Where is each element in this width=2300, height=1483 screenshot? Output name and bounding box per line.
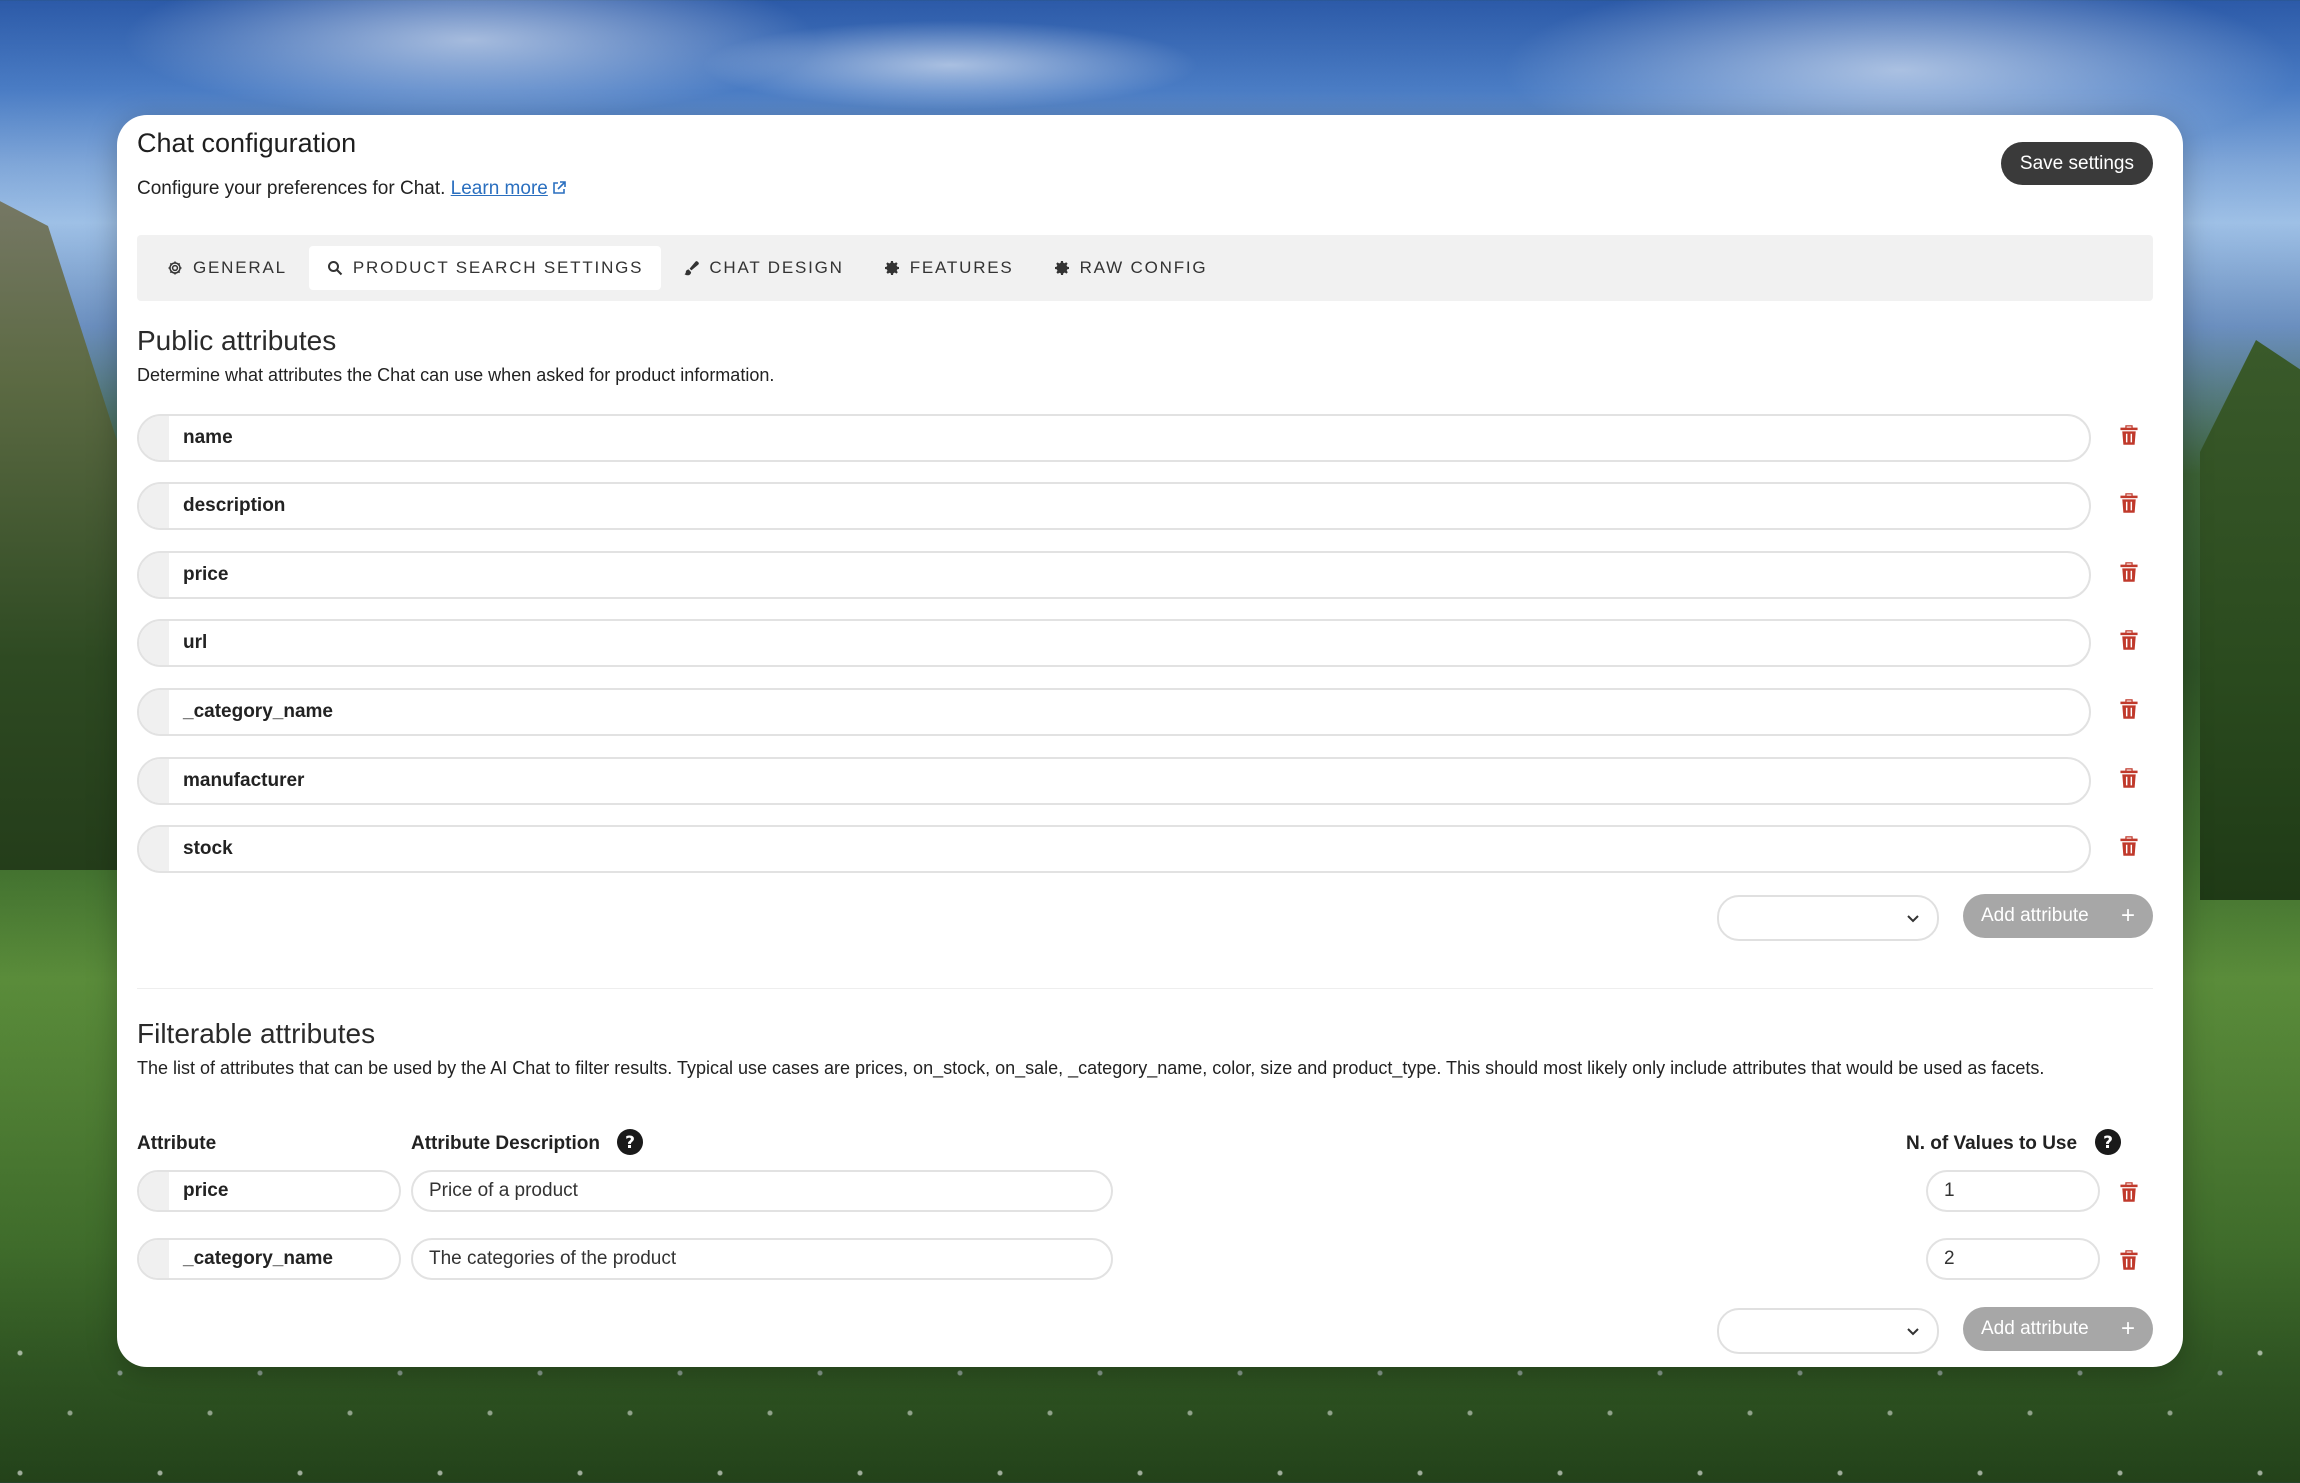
drag-handle[interactable] bbox=[139, 484, 169, 528]
add-attribute-label: Add attribute bbox=[1981, 1318, 2089, 1339]
attribute-field[interactable]: name bbox=[137, 414, 2091, 462]
tab-label: PRODUCT SEARCH SETTINGS bbox=[352, 258, 644, 277]
drag-handle[interactable] bbox=[139, 1172, 169, 1210]
page-subtitle: Configure your preferences for Chat. Lea… bbox=[137, 178, 567, 200]
tab-label: FEATURES bbox=[909, 258, 1014, 277]
attribute-value: stock bbox=[183, 838, 233, 859]
public-attribute-row: name bbox=[137, 414, 2153, 462]
config-panel: Chat configuration Configure your prefer… bbox=[117, 115, 2183, 1367]
filter-values-input[interactable]: 2 bbox=[1926, 1238, 2100, 1280]
page-title: Chat configuration bbox=[137, 128, 357, 158]
gear-icon bbox=[168, 261, 182, 275]
attribute-value: description bbox=[183, 495, 286, 516]
filterable-attributes-description: The list of attributes that can be used … bbox=[137, 1058, 2045, 1078]
column-header-values: N. of Values to Use bbox=[1906, 1133, 2078, 1154]
column-header-attribute: Attribute bbox=[137, 1133, 217, 1154]
public-attribute-row: stock bbox=[137, 825, 2153, 873]
trash-icon[interactable] bbox=[2119, 1181, 2139, 1203]
filterable-attributes-title: Filterable attributes bbox=[137, 1018, 376, 1049]
public-attribute-row: price bbox=[137, 551, 2153, 599]
section-divider bbox=[137, 988, 2153, 989]
filterable-attribute-select[interactable] bbox=[1717, 1308, 1939, 1354]
trash-icon[interactable] bbox=[2119, 767, 2139, 789]
filter-attribute-value: price bbox=[183, 1180, 229, 1201]
attribute-field[interactable]: manufacturer bbox=[137, 757, 2091, 805]
chevron-down-icon bbox=[1907, 1328, 1919, 1336]
add-attribute-label: Add attribute bbox=[1981, 905, 2089, 926]
drag-handle[interactable] bbox=[139, 553, 169, 597]
subtitle-text: Configure your preferences for Chat. bbox=[137, 178, 446, 199]
filter-description-input[interactable]: Price of a product bbox=[411, 1170, 1113, 1212]
public-attribute-select[interactable] bbox=[1717, 895, 1939, 941]
column-header-description: Attribute Description bbox=[411, 1133, 600, 1154]
drag-handle[interactable] bbox=[139, 827, 169, 871]
help-icon[interactable]: ? bbox=[2094, 1128, 2122, 1156]
attribute-field[interactable]: stock bbox=[137, 825, 2091, 873]
attribute-field[interactable]: _category_name bbox=[137, 688, 2091, 736]
tab-product-search-settings[interactable]: PRODUCT SEARCH SETTINGS bbox=[308, 246, 662, 290]
trash-icon[interactable] bbox=[2119, 492, 2139, 514]
background-hill bbox=[2200, 340, 2300, 900]
filter-attribute-value: _category_name bbox=[183, 1248, 333, 1269]
tab-bar: GENERAL PRODUCT SEARCH SETTINGS CHAT DES… bbox=[137, 235, 2153, 301]
cog-icon bbox=[1054, 261, 1069, 275]
plus-icon: + bbox=[2120, 902, 2135, 929]
trash-icon[interactable] bbox=[2119, 629, 2139, 651]
tab-label: RAW CONFIG bbox=[1079, 258, 1208, 277]
drag-handle[interactable] bbox=[139, 621, 169, 665]
attribute-value: url bbox=[183, 632, 208, 653]
trash-icon[interactable] bbox=[2119, 835, 2139, 857]
trash-icon[interactable] bbox=[2119, 1249, 2139, 1271]
attribute-field[interactable]: url bbox=[137, 619, 2091, 667]
tab-features[interactable]: FEATURES bbox=[866, 246, 1032, 290]
public-attributes-title: Public attributes bbox=[137, 325, 337, 356]
attribute-value: name bbox=[183, 427, 233, 448]
trash-icon[interactable] bbox=[2119, 698, 2139, 720]
add-public-attribute-button[interactable]: Add attribute + bbox=[1963, 894, 2153, 938]
drag-handle[interactable] bbox=[139, 759, 169, 803]
drag-handle[interactable] bbox=[139, 1240, 169, 1278]
chevron-down-icon bbox=[1907, 915, 1919, 923]
tab-chat-design[interactable]: CHAT DESIGN bbox=[665, 246, 861, 290]
filter-attribute-field[interactable]: price bbox=[137, 1170, 401, 1212]
attribute-value: _category_name bbox=[183, 701, 333, 722]
filter-description-input[interactable]: The categories of the product bbox=[411, 1238, 1113, 1280]
public-attribute-row: _category_name bbox=[137, 688, 2153, 736]
filter-attribute-field[interactable]: _category_name bbox=[137, 1238, 401, 1280]
tab-general[interactable]: GENERAL bbox=[149, 246, 305, 290]
learn-more-label: Learn more bbox=[450, 178, 548, 199]
tab-raw-config[interactable]: RAW CONFIG bbox=[1036, 246, 1226, 290]
cog-icon bbox=[884, 261, 899, 275]
tab-label: GENERAL bbox=[193, 258, 287, 277]
save-settings-button[interactable]: Save settings bbox=[2000, 142, 2153, 185]
external-link-icon bbox=[553, 181, 566, 194]
learn-more-link[interactable]: Learn more bbox=[451, 178, 567, 199]
background-mountain bbox=[0, 170, 120, 870]
svg-text:?: ? bbox=[625, 1133, 635, 1153]
svg-text:?: ? bbox=[2103, 1133, 2113, 1153]
trash-icon[interactable] bbox=[2119, 561, 2139, 583]
attribute-field[interactable]: price bbox=[137, 551, 2091, 599]
attribute-value: price bbox=[183, 564, 229, 585]
trash-icon[interactable] bbox=[2119, 424, 2139, 446]
attribute-value: manufacturer bbox=[183, 770, 305, 791]
search-icon bbox=[327, 261, 343, 276]
filter-values-input[interactable]: 1 bbox=[1926, 1170, 2100, 1212]
public-attribute-row: url bbox=[137, 619, 2153, 667]
plus-icon: + bbox=[2120, 1315, 2135, 1342]
public-attributes-description: Determine what attributes the Chat can u… bbox=[137, 365, 775, 385]
tab-label: CHAT DESIGN bbox=[709, 258, 844, 277]
public-attribute-row: manufacturer bbox=[137, 757, 2153, 805]
background-cloud bbox=[700, 20, 1200, 110]
public-attribute-row: description bbox=[137, 482, 2153, 530]
attribute-field[interactable]: description bbox=[137, 482, 2091, 530]
drag-handle[interactable] bbox=[139, 416, 169, 460]
drag-handle[interactable] bbox=[139, 690, 169, 734]
add-filterable-attribute-button[interactable]: Add attribute + bbox=[1963, 1307, 2153, 1351]
brush-icon bbox=[684, 261, 700, 276]
help-icon[interactable]: ? bbox=[616, 1128, 644, 1156]
